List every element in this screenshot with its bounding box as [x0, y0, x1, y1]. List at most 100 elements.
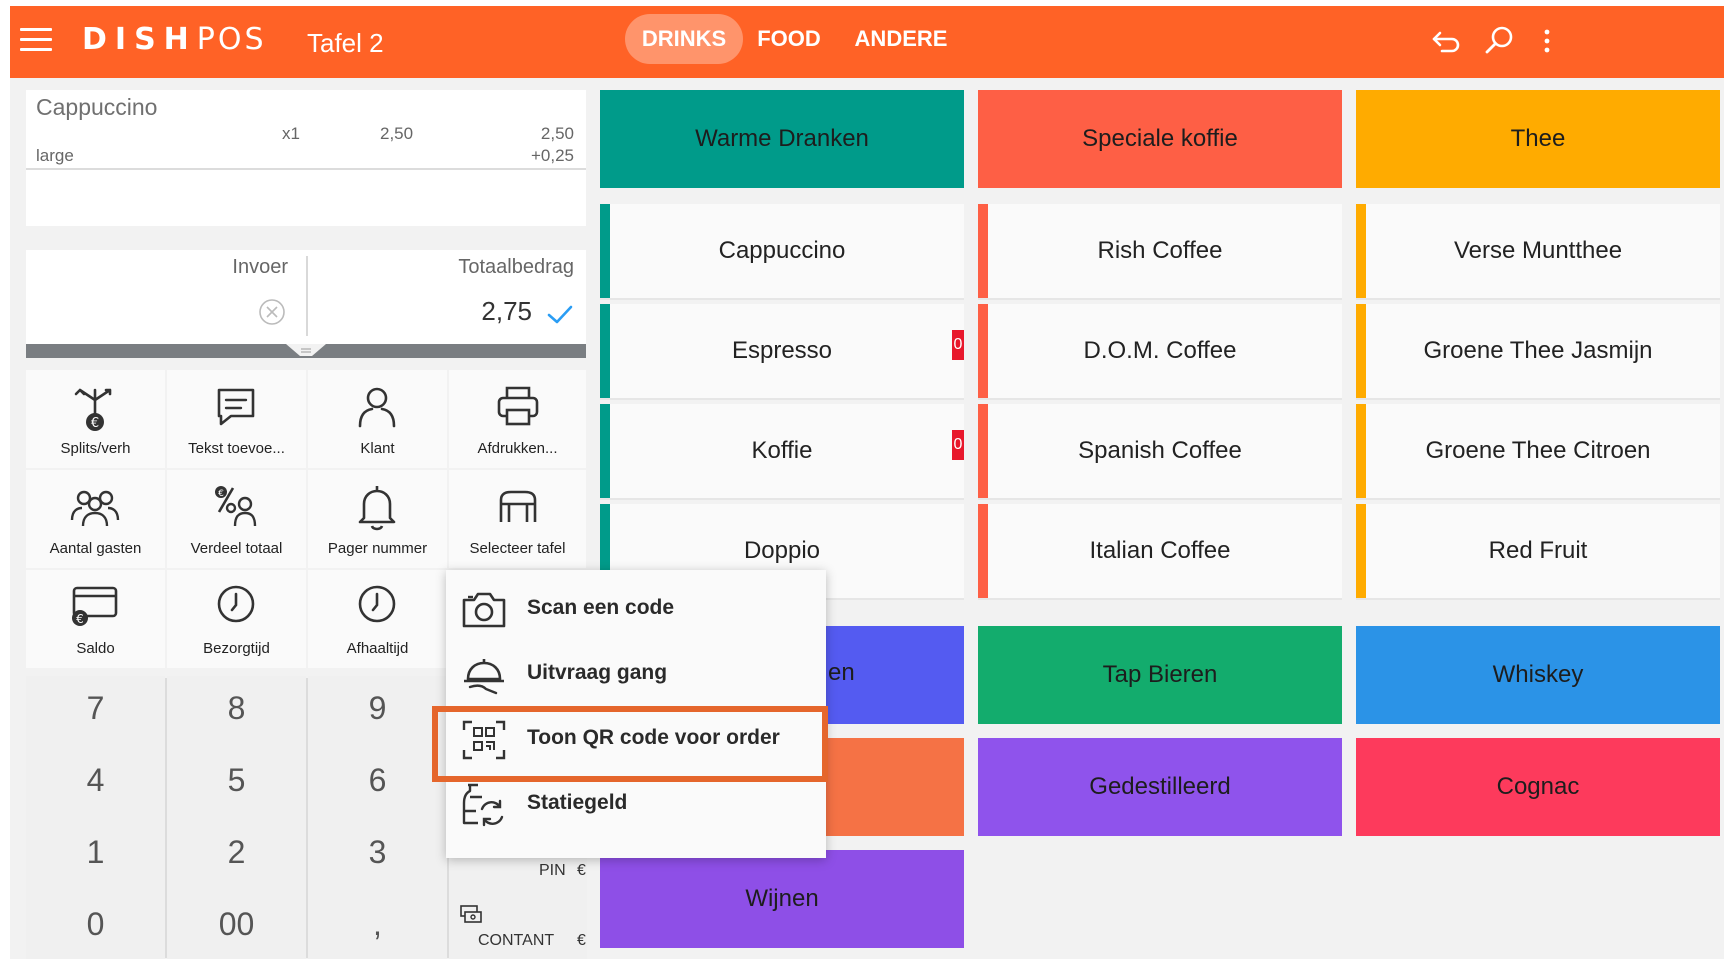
category-gedestilleerd[interactable]: Gedestilleerd: [978, 738, 1342, 836]
product-label: Groene Thee Citroen: [1425, 437, 1651, 464]
percent-person-icon: €: [215, 486, 257, 527]
print-label: Afdrukken...: [477, 440, 558, 457]
product-verse-muntthee[interactable]: Verse Muntthee: [1356, 204, 1720, 300]
person-icon: [358, 387, 396, 428]
product-label: Groene Thee Jasmijn: [1423, 337, 1653, 364]
numpad-key-0[interactable]: 0: [26, 892, 165, 959]
pickup-time-button[interactable]: Afhaaltijd: [308, 570, 447, 668]
order-item-total: 2,50: [540, 124, 574, 143]
delivery-time-label: Bezorgtijd: [203, 640, 270, 657]
entry-divider: [306, 256, 308, 336]
numpad-key-8[interactable]: 8: [167, 676, 306, 748]
message-icon: [217, 388, 255, 426]
numpad-divider: [165, 678, 167, 958]
category-warme-dranken[interactable]: Warme Dranken: [600, 90, 964, 188]
undo-icon[interactable]: [1430, 24, 1464, 58]
product-cappuccino[interactable]: Cappuccino: [600, 204, 964, 300]
customer-button[interactable]: Klant: [308, 370, 447, 468]
numpad-key-1[interactable]: 1: [26, 820, 165, 892]
product-red-fruit[interactable]: Red Fruit: [1356, 504, 1720, 600]
menu-item-statiegeld[interactable]: Statiegeld: [446, 773, 826, 837]
numpad-key-comma[interactable]: ,: [308, 892, 447, 959]
category-cognac[interactable]: Cognac: [1356, 738, 1720, 836]
pager-button[interactable]: Pager nummer: [308, 470, 447, 568]
numpad-key-6[interactable]: 6: [308, 748, 447, 820]
check-icon[interactable]: [546, 304, 574, 326]
split-total-label: Verdeel totaal: [190, 540, 283, 557]
product-label: D.O.M. Coffee: [1083, 337, 1237, 364]
order-item-qty: x1: [282, 124, 300, 143]
clear-input-icon[interactable]: [258, 298, 286, 326]
numpad-key-7[interactable]: 7: [26, 676, 165, 748]
menu-label: Uitvraag gang: [527, 661, 668, 684]
svg-text:€: €: [76, 612, 84, 626]
category-label: Speciale koffie: [1082, 125, 1238, 152]
product-koffie[interactable]: Koffie 0: [600, 404, 964, 500]
numpad-key-9[interactable]: 9: [308, 676, 447, 748]
numpad-key-2[interactable]: 2: [167, 820, 306, 892]
category-tap-bieren[interactable]: Tap Bieren: [978, 626, 1342, 724]
serving-cloche-icon: [464, 659, 504, 695]
pickup-time-label: Afhaaltijd: [346, 640, 409, 657]
product-spanish-coffee[interactable]: Spanish Coffee: [978, 404, 1342, 500]
drag-handle-icon[interactable]: [256, 342, 356, 358]
product-label: Verse Muntthee: [1453, 237, 1623, 264]
numpad-key-4[interactable]: 4: [26, 748, 165, 820]
split-button[interactable]: € Splits/verh: [26, 370, 165, 468]
total-value: 2,75: [481, 296, 532, 326]
product-rish-coffee[interactable]: Rish Coffee: [978, 204, 1342, 300]
product-espresso[interactable]: Espresso 0: [600, 304, 964, 400]
numpad-key-5[interactable]: 5: [167, 748, 306, 820]
menu-icon[interactable]: [20, 28, 52, 54]
balance-button[interactable]: € Saldo: [26, 570, 165, 668]
bell-icon: [358, 486, 396, 531]
total-label: Totaalbedrag: [458, 256, 574, 278]
menu-item-uitvraag-gang[interactable]: Uitvraag gang: [446, 643, 826, 707]
tab-andere[interactable]: ANDERE: [850, 14, 952, 64]
product-label: Espresso: [731, 337, 833, 364]
more-vert-icon[interactable]: [1538, 24, 1556, 58]
category-thee[interactable]: Thee: [1356, 90, 1720, 188]
top-bar: DISHPOS Tafel 2 DRINKS FOOD ANDERE: [10, 6, 1724, 78]
category-label: en: [828, 659, 855, 686]
product-label: Red Fruit: [1488, 537, 1588, 564]
category-speciale-koffie[interactable]: Speciale koffie: [978, 90, 1342, 188]
select-table-button[interactable]: Selecteer tafel: [449, 470, 586, 568]
product-groene-thee-citroen[interactable]: Groene Thee Citroen: [1356, 404, 1720, 500]
bottle-refund-icon: [462, 783, 504, 827]
product-groene-thee-jasmijn[interactable]: Groene Thee Jasmijn: [1356, 304, 1720, 400]
product-dom-coffee[interactable]: D.O.M. Coffee: [978, 304, 1342, 400]
pos-app: DISHPOS Tafel 2 DRINKS FOOD ANDERE Cappu…: [10, 6, 1724, 959]
order-line[interactable]: Cappuccino x1 2,50 2,50 large +0,25: [26, 90, 586, 170]
split-total-button[interactable]: € Verdeel totaal: [167, 470, 306, 568]
numpad-key-3[interactable]: 3: [308, 820, 447, 892]
panel-resize-bar[interactable]: [26, 344, 586, 358]
category-label: Whiskey: [1492, 661, 1584, 688]
tab-drinks[interactable]: DRINKS: [625, 14, 743, 64]
split-label: Splits/verh: [60, 440, 131, 457]
numpad-divider: [306, 678, 308, 958]
category-label: Tap Bieren: [1102, 661, 1218, 688]
numpad-key-00[interactable]: 00: [167, 892, 306, 959]
menu-item-scan-code[interactable]: Scan een code: [446, 578, 826, 642]
category-label: Warme Dranken: [695, 125, 869, 152]
print-button[interactable]: Afdrukken...: [449, 370, 586, 468]
customer-label: Klant: [360, 440, 395, 457]
product-label: Doppio: [743, 537, 821, 564]
cash-payment-button[interactable]: CONTANT €: [449, 892, 587, 959]
order-modifier-name: large: [36, 146, 74, 165]
split-euro-icon: €: [74, 388, 112, 431]
cash-icon: [460, 905, 482, 923]
add-text-button[interactable]: Tekst toevoe...: [167, 370, 306, 468]
product-italian-coffee[interactable]: Italian Coffee: [978, 504, 1342, 600]
category-wijnen[interactable]: Wijnen: [600, 850, 964, 948]
order-modifier-price: +0,25: [530, 146, 574, 165]
guests-button[interactable]: Aantal gasten: [26, 470, 165, 568]
search-icon[interactable]: [1482, 24, 1516, 58]
invoer-label: Invoer: [232, 256, 288, 278]
tab-food[interactable]: FOOD: [750, 14, 828, 64]
guests-icon: [70, 490, 120, 527]
svg-text:€: €: [91, 416, 99, 431]
delivery-time-button[interactable]: Bezorgtijd: [167, 570, 306, 668]
category-whiskey[interactable]: Whiskey: [1356, 626, 1720, 724]
